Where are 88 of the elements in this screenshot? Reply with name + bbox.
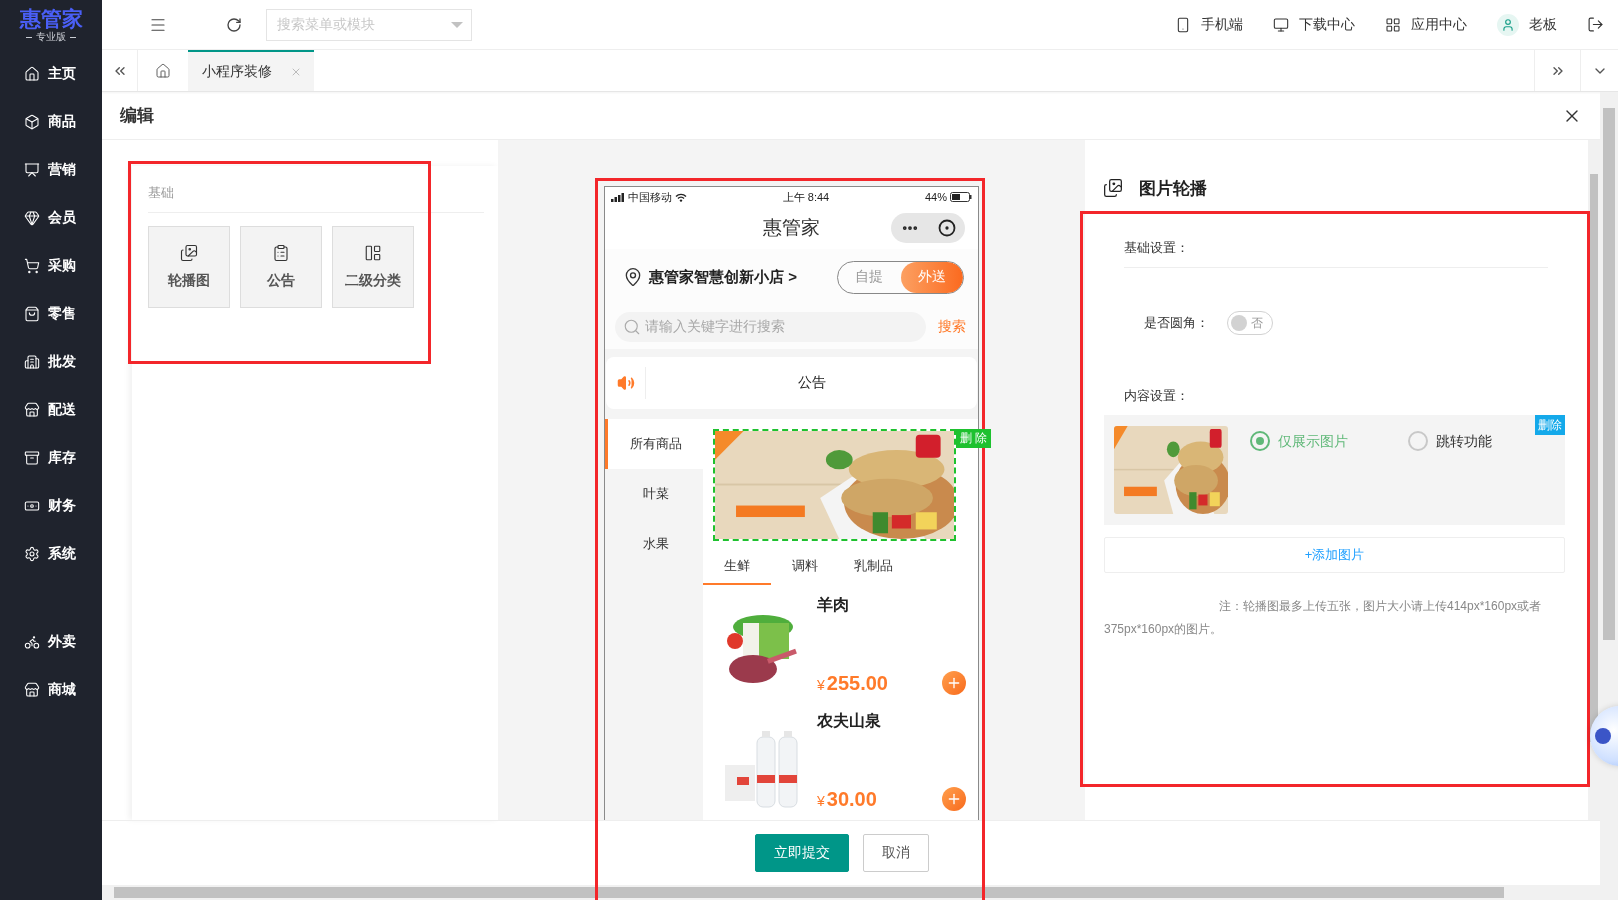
sub-tab[interactable]: 乳制品	[839, 549, 907, 585]
search-icon	[623, 318, 641, 336]
edition-label: 专业版	[36, 31, 66, 43]
sidebar-item[interactable]: 营销	[0, 146, 102, 194]
diamond-icon	[24, 210, 40, 226]
section-label: 内容设置：	[1124, 387, 1190, 405]
sidebar-item[interactable]: 外卖	[0, 618, 102, 666]
location-pin-icon	[623, 267, 643, 287]
field-label: 是否圆角：	[1144, 314, 1209, 332]
category-item[interactable]: 水果	[605, 519, 703, 569]
component-tile[interactable]: 公告	[240, 226, 322, 308]
product-name: 羊肉	[817, 595, 850, 615]
product-price: ¥30.00	[817, 787, 877, 811]
logo-name: 惠管家	[19, 7, 83, 31]
carrier-label: 中国移动	[628, 189, 672, 205]
top-link[interactable]: 应用中心	[1385, 15, 1467, 34]
box-icon	[24, 114, 40, 130]
scrollbar[interactable]	[102, 885, 1600, 900]
panel-title: 图片轮播	[1139, 177, 1207, 200]
image-icon	[1103, 178, 1123, 198]
submit-button[interactable]: 立即提交	[755, 834, 849, 872]
sidebar-item[interactable]: 商城	[0, 666, 102, 714]
settings-icon	[24, 546, 40, 562]
sidebar-item[interactable]: 零售	[0, 290, 102, 338]
top-link[interactable]: 下载中心	[1273, 15, 1355, 34]
image-icon	[180, 244, 198, 262]
sidebar-item[interactable]: 采购	[0, 242, 102, 290]
target-icon[interactable]	[937, 219, 956, 237]
notice-text: 公告	[796, 374, 827, 392]
sub-tab[interactable]: 生鲜	[703, 549, 771, 585]
layout-icon	[364, 244, 382, 262]
banknote-icon	[24, 498, 40, 514]
editor-title: 编辑	[120, 105, 154, 127]
category-item[interactable]: 叶菜	[605, 469, 703, 519]
bike-icon	[24, 634, 40, 650]
sidebar-item[interactable]: 主页	[0, 50, 102, 98]
store-name[interactable]: 惠管家智慧创新小店 >	[649, 267, 797, 287]
product-price: ¥255.00	[817, 671, 888, 695]
sidebar-item[interactable]: 库存	[0, 434, 102, 482]
caret-icon	[451, 21, 463, 28]
page-tab[interactable]: 小程序装修	[188, 50, 314, 91]
phone-icon	[1175, 16, 1191, 33]
component-tile[interactable]: 二级分类	[332, 226, 414, 308]
sidebar-item[interactable]: 批发	[0, 338, 102, 386]
signal-icon	[611, 192, 625, 202]
radio-option[interactable]: 跳转功能	[1408, 433, 1492, 514]
chart-board-icon	[24, 162, 40, 178]
avatar-icon	[1497, 13, 1519, 36]
section-title: 基础	[148, 184, 484, 213]
sidebar-item[interactable]: 系统	[0, 530, 102, 578]
building-icon	[24, 354, 40, 370]
monitor-icon	[1273, 16, 1289, 33]
battery-label: 44%	[924, 191, 947, 203]
user-menu[interactable]: 老板	[1497, 13, 1557, 36]
product-name: 农夫山泉	[817, 711, 882, 731]
store-icon	[24, 682, 40, 698]
component-tile[interactable]: 轮播图	[148, 226, 230, 308]
sidebar-item[interactable]: 商品	[0, 98, 102, 146]
sidebar-item[interactable]: 配送	[0, 386, 102, 434]
grid-icon	[1385, 16, 1401, 33]
speaker-icon	[616, 374, 635, 392]
add-to-cart-button[interactable]	[942, 671, 966, 695]
sidebar-item[interactable]: 会员	[0, 194, 102, 242]
sub-tab[interactable]: 调料	[771, 549, 839, 585]
scrollbar[interactable]	[1600, 92, 1618, 900]
store-icon	[24, 402, 40, 418]
home-icon[interactable]	[155, 62, 171, 79]
plus-icon	[946, 675, 962, 691]
plus-icon	[946, 791, 962, 807]
battery-icon	[950, 192, 972, 202]
cancel-button[interactable]: 取消	[863, 834, 929, 872]
top-link[interactable]: 手机端	[1175, 15, 1243, 34]
category-item[interactable]: 所有商品	[605, 419, 703, 469]
app-title: 惠管家	[763, 216, 820, 240]
clipboard-icon	[272, 244, 290, 262]
clock-label: 上午 8:44	[782, 189, 830, 205]
note-text: 注：轮播图最多上传五张，图片大小请上传414px*160px或者375px*160px的图片。	[1104, 598, 1543, 638]
archive-icon	[24, 450, 40, 466]
capsule-menu[interactable]	[891, 213, 965, 243]
refresh-icon[interactable]	[226, 16, 242, 33]
logout-icon[interactable]	[1587, 16, 1604, 33]
wifi-icon	[675, 192, 687, 202]
section-label: 基础设置：	[1124, 239, 1190, 257]
add-to-cart-button[interactable]	[942, 787, 966, 811]
bag-icon	[24, 306, 40, 322]
sidebar-item[interactable]: 财务	[0, 482, 102, 530]
cart-icon	[24, 258, 40, 274]
home-icon	[24, 66, 40, 82]
